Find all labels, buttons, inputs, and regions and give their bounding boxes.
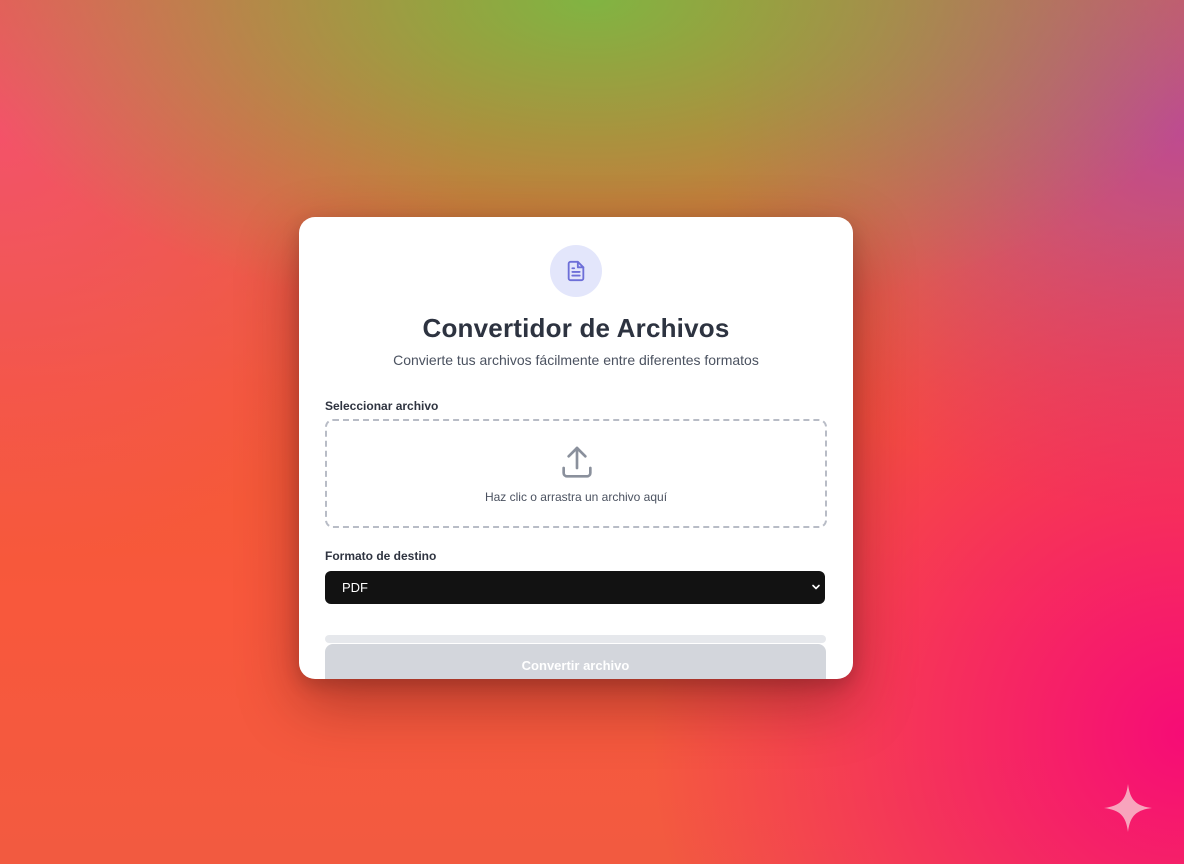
format-select-value: PDF — [342, 580, 368, 595]
file-label: Seleccionar archivo — [325, 399, 439, 413]
logo-badge — [550, 245, 602, 297]
progress-bar — [325, 635, 826, 643]
upload-icon — [562, 446, 592, 478]
page-subtitle: Convierte tus archivos fácilmente entre … — [393, 352, 759, 368]
converter-card: Convertidor de Archivos Convierte tus ar… — [299, 217, 853, 679]
document-icon — [567, 260, 585, 282]
page-title: Convertidor de Archivos — [422, 313, 730, 343]
chevron-down-icon — [812, 584, 820, 590]
page-background: { "converter": { "title": "Convertidor d… — [0, 0, 1184, 864]
convert-button[interactable]: Convertir archivo — [325, 644, 826, 679]
sparkle-icon — [1104, 784, 1152, 832]
dropzone-text: Haz clic o arrastra un archivo aquí — [484, 490, 668, 504]
format-select[interactable]: PDF — [325, 571, 825, 604]
format-label: Formato de destino — [325, 549, 437, 563]
file-dropzone[interactable]: Haz clic o arrastra un archivo aquí — [325, 419, 827, 528]
